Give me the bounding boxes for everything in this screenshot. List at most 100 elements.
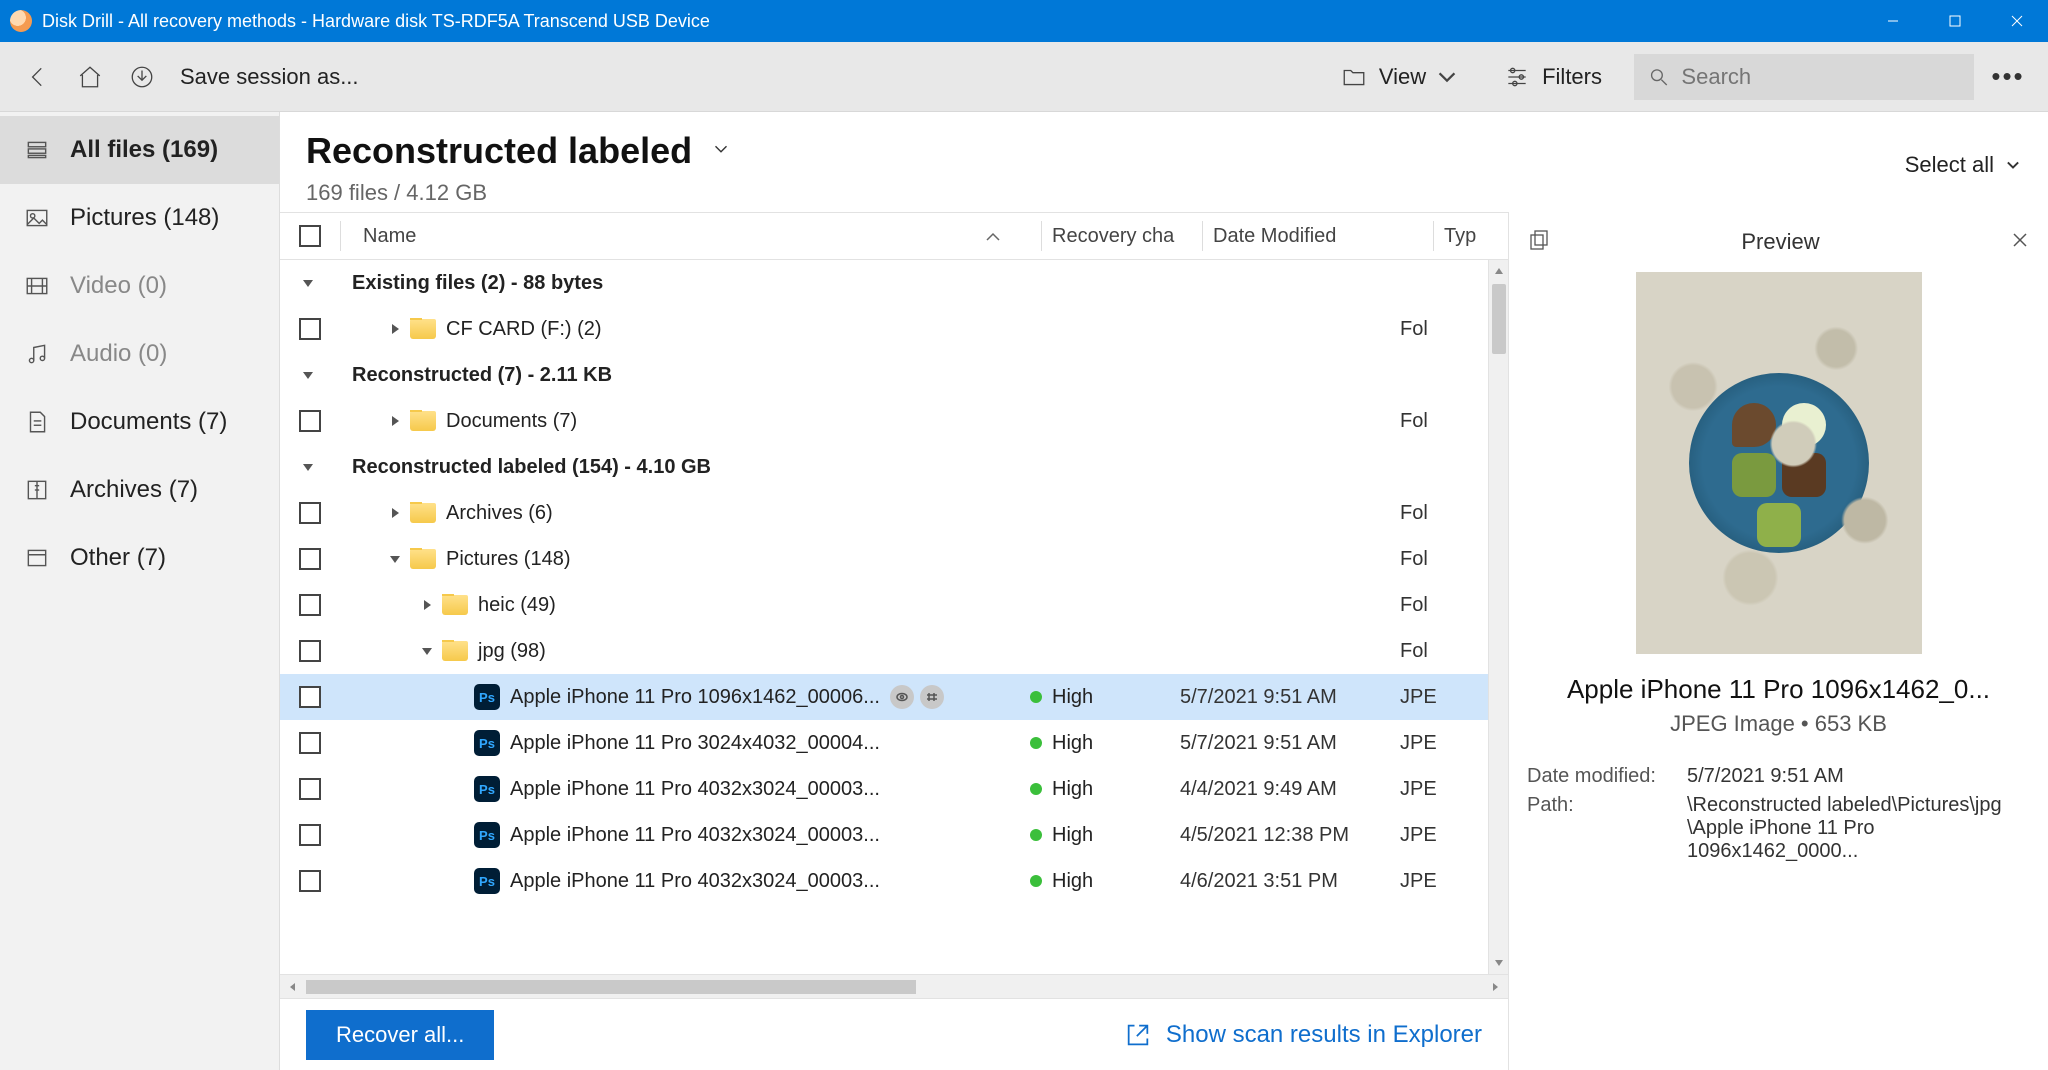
hex-hash-icon[interactable] xyxy=(920,685,944,709)
group-row[interactable]: Existing files (2) - 88 bytes xyxy=(280,260,1508,306)
row-checkbox[interactable] xyxy=(299,548,321,570)
ps-file-icon: Ps xyxy=(474,776,500,802)
column-name[interactable]: Name xyxy=(351,225,1041,248)
row-checkbox[interactable] xyxy=(299,824,321,846)
column-recovery[interactable]: Recovery cha xyxy=(1052,225,1202,248)
row-name: Existing files (2) - 88 bytes xyxy=(352,272,603,295)
show-results-link[interactable]: Show scan results in Explorer xyxy=(1124,1021,1482,1049)
toolbar: Save session as... View Filters ••• xyxy=(0,42,2048,112)
close-preview-button[interactable] xyxy=(2010,230,2030,255)
sidebar-item-label: Other (7) xyxy=(70,544,166,572)
group-row[interactable]: Reconstructed labeled (154) - 4.10 GB xyxy=(280,444,1508,490)
home-button[interactable] xyxy=(68,55,112,99)
row-checkbox[interactable] xyxy=(299,686,321,708)
expander-icon[interactable] xyxy=(384,322,406,336)
folder-row[interactable]: Archives (6)Fol xyxy=(280,490,1508,536)
recovery-chance: High xyxy=(1052,732,1093,755)
folder-row[interactable]: jpg (98)Fol xyxy=(280,628,1508,674)
group-row[interactable]: Reconstructed (7) - 2.11 KB xyxy=(280,352,1508,398)
row-checkbox[interactable] xyxy=(299,410,321,432)
expander-icon[interactable] xyxy=(416,598,438,612)
folder-row[interactable]: Documents (7)Fol xyxy=(280,398,1508,444)
column-header: Name Recovery cha Date Modified Typ xyxy=(280,212,1508,260)
row-name: Apple iPhone 11 Pro 1096x1462_00006... xyxy=(510,686,880,709)
minimize-button[interactable] xyxy=(1862,0,1924,42)
recovery-dot-icon xyxy=(1030,829,1042,841)
chevron-down-icon xyxy=(1434,64,1460,90)
row-checkbox[interactable] xyxy=(299,870,321,892)
folder-row[interactable]: Pictures (148)Fol xyxy=(280,536,1508,582)
sidebar-item-label: Documents (7) xyxy=(70,408,227,436)
sidebar-item-label: Archives (7) xyxy=(70,476,198,504)
file-row[interactable]: PsApple iPhone 11 Pro 4032x3024_00003...… xyxy=(280,858,1508,904)
row-checkbox[interactable] xyxy=(299,732,321,754)
file-row[interactable]: PsApple iPhone 11 Pro 3024x4032_00004...… xyxy=(280,720,1508,766)
download-button[interactable] xyxy=(120,55,164,99)
filters-label: Filters xyxy=(1542,64,1602,90)
sidebar-item-pictures[interactable]: Pictures (148) xyxy=(0,184,279,252)
select-all-dropdown[interactable]: Select all xyxy=(1905,152,2022,178)
folder-row[interactable]: CF CARD (F:) (2)Fol xyxy=(280,306,1508,352)
sidebar-item-other[interactable]: Other (7) xyxy=(0,524,279,592)
title-dropdown[interactable] xyxy=(710,138,732,165)
folder-icon xyxy=(410,319,436,339)
scroll-up-icon[interactable] xyxy=(1489,260,1508,282)
search-box[interactable] xyxy=(1634,54,1974,100)
file-row[interactable]: PsApple iPhone 11 Pro 4032x3024_00003...… xyxy=(280,812,1508,858)
search-input[interactable] xyxy=(1681,64,1960,90)
row-name: Documents (7) xyxy=(446,410,577,433)
window-title: Disk Drill - All recovery methods - Hard… xyxy=(42,11,710,32)
expander-icon[interactable] xyxy=(384,414,406,428)
hscrollbar-thumb[interactable] xyxy=(306,980,916,994)
file-type: Fol xyxy=(1400,502,1464,525)
horizontal-scrollbar[interactable] xyxy=(280,974,1508,998)
preview-path-label: Path: xyxy=(1527,794,1687,863)
select-all-checkbox[interactable] xyxy=(299,225,321,247)
close-button[interactable] xyxy=(1986,0,2048,42)
copy-icon[interactable] xyxy=(1527,228,1551,257)
column-date[interactable]: Date Modified xyxy=(1213,225,1433,248)
bottom-bar: Recover all... Show scan results in Expl… xyxy=(280,998,1508,1070)
sidebar-item-documents[interactable]: Documents (7) xyxy=(0,388,279,456)
expander-icon[interactable] xyxy=(416,644,438,658)
row-checkbox[interactable] xyxy=(299,502,321,524)
folder-row[interactable]: heic (49)Fol xyxy=(280,582,1508,628)
scroll-down-icon[interactable] xyxy=(1489,952,1508,974)
row-checkbox[interactable] xyxy=(299,594,321,616)
expander-icon[interactable] xyxy=(384,506,406,520)
scrollbar-thumb[interactable] xyxy=(1492,284,1506,354)
sort-indicator-icon xyxy=(985,225,1001,248)
scroll-right-icon[interactable] xyxy=(1482,982,1508,992)
back-button[interactable] xyxy=(16,55,60,99)
vertical-scrollbar[interactable] xyxy=(1488,260,1508,974)
filters-button[interactable]: Filters xyxy=(1504,64,1602,90)
expander-icon[interactable] xyxy=(297,368,319,382)
music-icon xyxy=(22,339,52,369)
sidebar-item-all-files[interactable]: All files (169) xyxy=(0,116,279,184)
save-session-button[interactable]: Save session as... xyxy=(180,64,359,90)
ps-file-icon: Ps xyxy=(474,868,500,894)
maximize-button[interactable] xyxy=(1924,0,1986,42)
sidebar-item-audio[interactable]: Audio (0) xyxy=(0,320,279,388)
recover-all-button[interactable]: Recover all... xyxy=(306,1010,494,1060)
sidebar-item-video[interactable]: Video (0) xyxy=(0,252,279,320)
row-checkbox[interactable] xyxy=(299,318,321,340)
row-checkbox[interactable] xyxy=(299,640,321,662)
document-icon xyxy=(22,407,52,437)
more-button[interactable]: ••• xyxy=(1984,61,2032,92)
scroll-left-icon[interactable] xyxy=(280,982,306,992)
file-row[interactable]: PsApple iPhone 11 Pro 1096x1462_00006...… xyxy=(280,674,1508,720)
ellipsis-icon: ••• xyxy=(1991,61,2024,92)
expander-icon[interactable] xyxy=(297,460,319,474)
expander-icon[interactable] xyxy=(297,276,319,290)
view-dropdown[interactable]: View xyxy=(1341,64,1472,90)
recovery-chance: High xyxy=(1052,778,1093,801)
expander-icon[interactable] xyxy=(384,552,406,566)
preview-meta: JPEG Image • 653 KB xyxy=(1527,711,2030,737)
preview-eye-icon[interactable] xyxy=(890,685,914,709)
sidebar-item-archives[interactable]: Archives (7) xyxy=(0,456,279,524)
column-type[interactable]: Typ xyxy=(1444,225,1508,248)
file-row[interactable]: PsApple iPhone 11 Pro 4032x3024_00003...… xyxy=(280,766,1508,812)
preview-label: Preview xyxy=(1551,229,2010,255)
row-checkbox[interactable] xyxy=(299,778,321,800)
